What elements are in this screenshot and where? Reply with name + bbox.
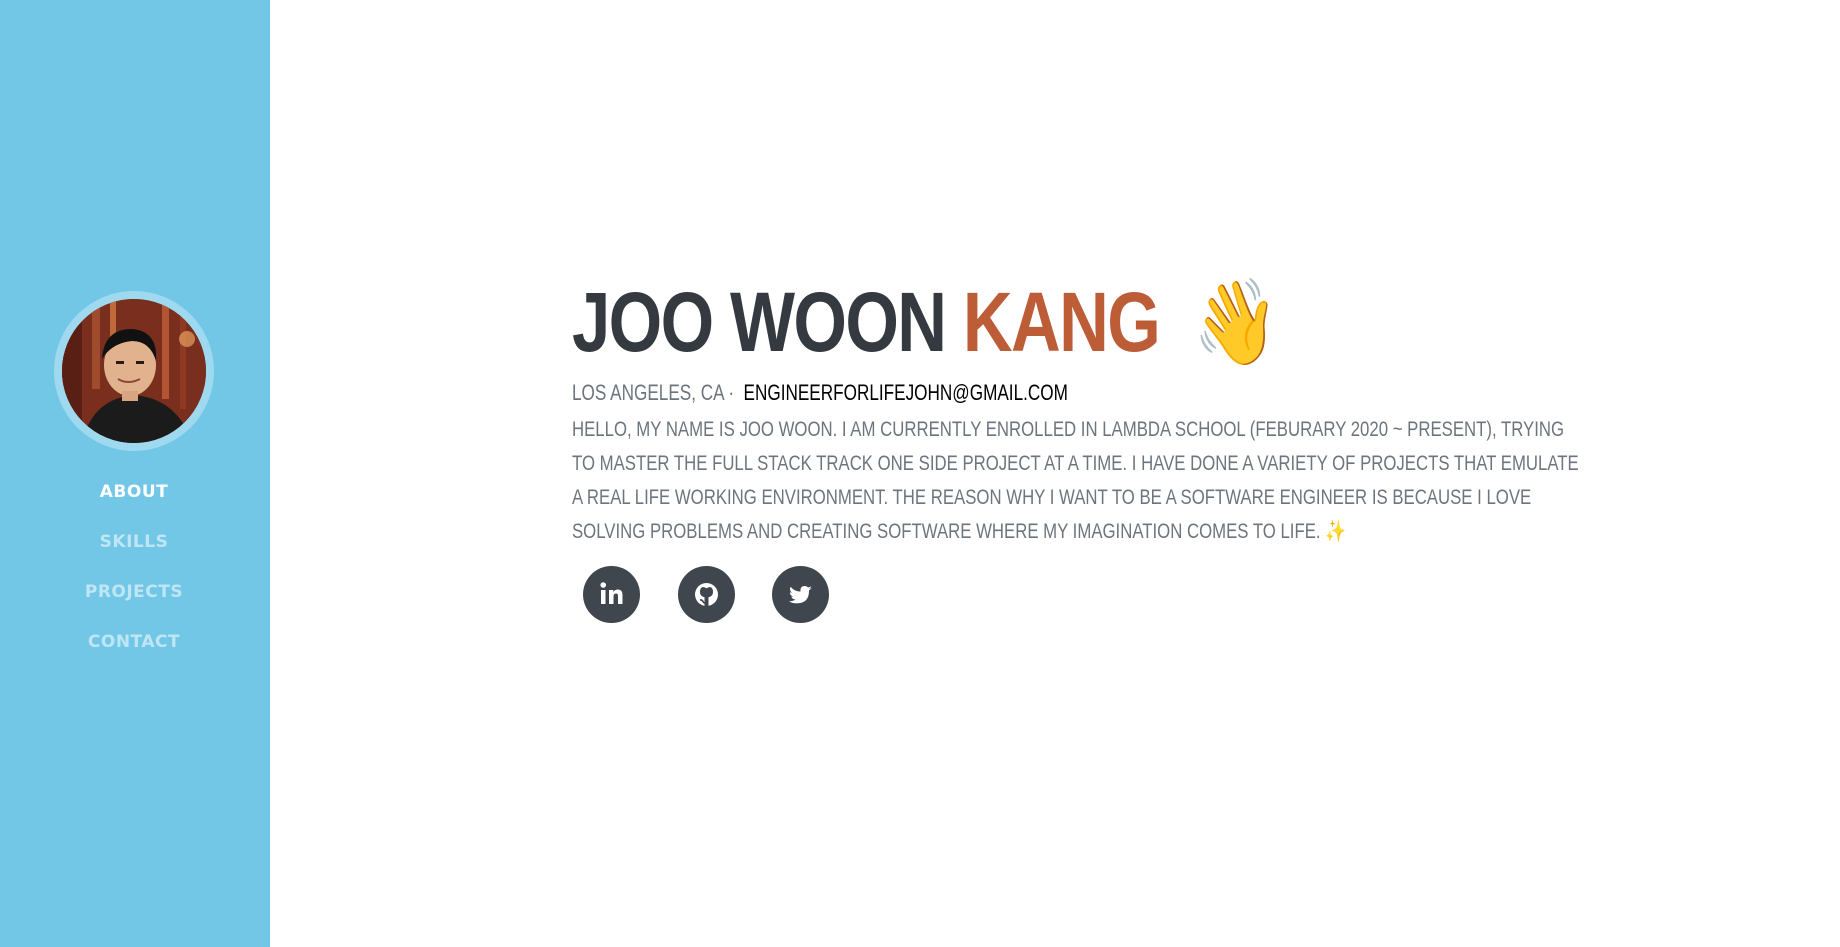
wave-icon: 👋 — [1193, 275, 1279, 369]
twitter-icon — [789, 586, 812, 604]
about-section: JOO WOON KANG 👋 LOS ANGELES, CA · ENGINEE… — [572, 270, 1632, 570]
nav-item-about[interactable]: ABOUT — [0, 477, 268, 527]
profile-photo-icon — [62, 299, 206, 443]
bio-text: Hello, my name is Joo Woon. I am current… — [572, 417, 1579, 543]
linkedin-button[interactable] — [583, 566, 640, 623]
first-name: JOO WOON — [572, 275, 947, 369]
last-name: KANG — [962, 275, 1161, 369]
subheading: LOS ANGELES, CA · ENGINEERFORLIFEJOHN@GMA… — [572, 378, 1399, 408]
github-button[interactable] — [678, 566, 735, 623]
avatar[interactable] — [62, 299, 206, 443]
github-icon — [695, 583, 718, 606]
twitter-button[interactable] — [772, 566, 829, 623]
nav-item-projects[interactable]: PROJECTS — [0, 577, 268, 627]
linkedin-icon — [600, 582, 623, 604]
location: LOS ANGELES, CA · — [572, 380, 735, 405]
sidebar-nav: ABOUT SKILLS PROJECTS CONTACT — [0, 477, 268, 677]
sidebar: ABOUT SKILLS PROJECTS CONTACT — [0, 0, 270, 947]
nav-item-skills[interactable]: SKILLS — [0, 527, 268, 577]
email-link[interactable]: ENGINEERFORLIFEJOHN@GMAIL.COM — [744, 380, 1068, 405]
nav-item-contact[interactable]: CONTACT — [0, 627, 268, 677]
avatar-ring — [54, 291, 214, 451]
page-title: JOO WOON KANG 👋 — [572, 270, 1441, 374]
